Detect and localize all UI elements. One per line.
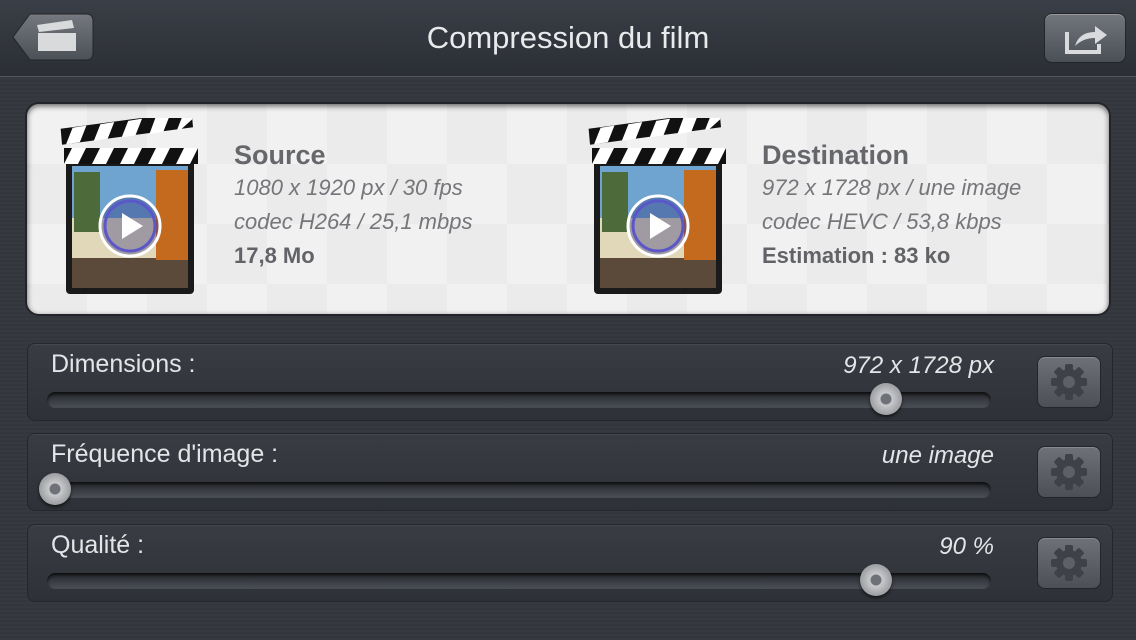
frame-rate-slider-track[interactable] <box>47 482 991 498</box>
destination-info: Destination 972 x 1728 px / une image co… <box>762 140 1021 269</box>
source-movie-icon <box>60 118 198 294</box>
destination-movie-icon <box>588 118 726 294</box>
source-resolution: 1080 x 1920 px / 30 fps <box>234 175 463 200</box>
gear-icon <box>1051 364 1087 400</box>
frame-rate-value: une image <box>881 442 994 469</box>
gear-icon <box>1051 545 1087 581</box>
page-title: Compression du film <box>426 20 710 55</box>
quality-label: Qualité : <box>51 531 145 559</box>
dimensions-label: Dimensions : <box>51 350 196 378</box>
source-size: 17,8 Mo <box>234 243 315 268</box>
dimensions-value: 972 x 1728 px <box>843 352 994 379</box>
frame-rate-label: Fréquence d'image : <box>51 440 279 468</box>
dimensions-slider-thumb[interactable] <box>869 383 902 415</box>
source-info: Source 1080 x 1920 px / 30 fps codec H26… <box>234 140 472 269</box>
quality-slider-track[interactable] <box>47 573 991 589</box>
destination-estimate: Estimation : 83 ko <box>762 243 951 268</box>
quality-slider-thumb[interactable] <box>860 564 893 596</box>
destination-resolution: 972 x 1728 px / une image <box>762 175 1022 200</box>
source-codec: codec H264 / 25,1 mbps <box>234 209 473 234</box>
navigation-bar: Compression du film <box>0 0 1136 77</box>
frame-rate-settings-button[interactable] <box>1037 446 1101 498</box>
frame-rate-row: Fréquence d'image : une image <box>27 433 1113 511</box>
dimensions-slider-track[interactable] <box>47 392 991 408</box>
frame-rate-slider-thumb[interactable] <box>39 473 71 505</box>
dimensions-settings-button[interactable] <box>1037 356 1101 408</box>
gear-icon <box>1051 454 1087 490</box>
destination-title: Destination <box>762 140 910 170</box>
quality-settings-button[interactable] <box>1037 537 1101 589</box>
dimensions-row: Dimensions : 972 x 1728 px <box>27 343 1113 421</box>
quality-row: Qualité : 90 % <box>27 524 1113 602</box>
source-title: Source <box>234 140 326 170</box>
share-icon <box>1065 26 1107 54</box>
destination-codec: codec HEVC / 53,8 kbps <box>762 209 1002 234</box>
quality-value: 90 % <box>939 533 994 560</box>
share-button[interactable] <box>1044 13 1126 63</box>
